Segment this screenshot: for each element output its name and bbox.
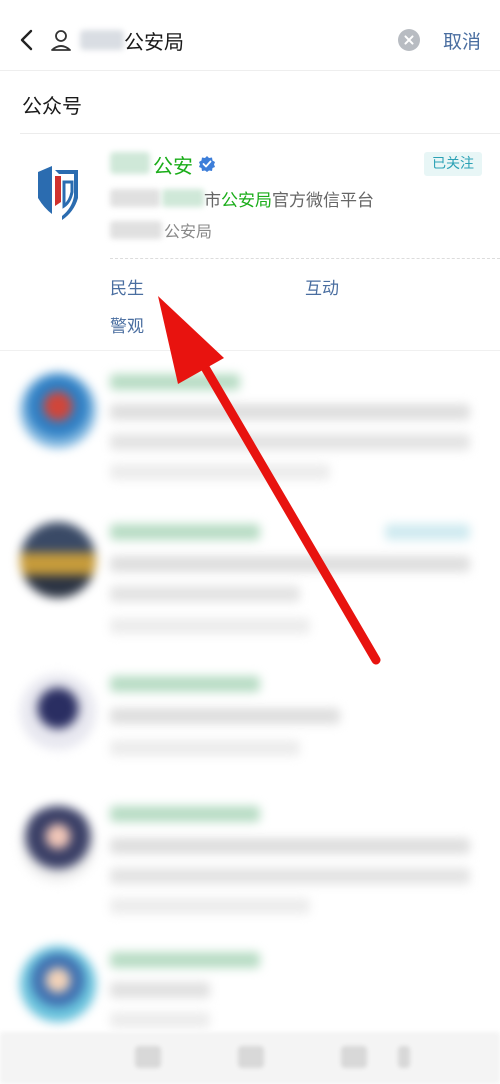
- divider: [0, 350, 500, 351]
- nav-icon[interactable]: [398, 1046, 410, 1068]
- account-name[interactable]: 公安: [153, 150, 193, 179]
- person-icon: [51, 30, 71, 51]
- avatar: [20, 372, 96, 448]
- description-suffix: 官方微信平台: [272, 191, 374, 211]
- blurred-text: [110, 898, 310, 914]
- police-shield-logo-icon: [38, 166, 78, 220]
- blurred-text: [110, 374, 240, 390]
- blurred-text: [110, 524, 260, 540]
- owner-text: 公安局: [164, 222, 213, 241]
- nav-icon[interactable]: [135, 1046, 161, 1068]
- description-text: 市公安局官方微信平台: [204, 186, 374, 211]
- search-input[interactable]: 公安局: [124, 26, 184, 55]
- nav-icon[interactable]: [341, 1046, 367, 1068]
- blurred-text: [110, 676, 260, 692]
- blurred-text: [110, 404, 470, 420]
- menu-item-hudong[interactable]: 互动: [305, 274, 339, 299]
- blurred-text: [110, 982, 210, 998]
- description-highlight: 公安局: [221, 191, 272, 211]
- blurred-text: [110, 586, 300, 602]
- back-arrow-icon[interactable]: [14, 26, 42, 54]
- blurred-text: [110, 952, 260, 968]
- divider: [20, 133, 500, 134]
- account-description: 市公安局官方微信平台: [110, 186, 410, 211]
- list-item[interactable]: [0, 662, 500, 812]
- redacted-text: [110, 189, 160, 207]
- blurred-results-list: [0, 352, 500, 1032]
- list-item[interactable]: [0, 792, 500, 942]
- bottom-nav-bar: [0, 1032, 500, 1084]
- blurred-text: [110, 708, 340, 724]
- section-title: 公众号: [22, 94, 82, 118]
- verified-badge-icon: [199, 156, 215, 172]
- blurred-text: [110, 740, 300, 756]
- redacted-name-text: [110, 152, 150, 174]
- blurred-text: [110, 1012, 210, 1028]
- cancel-button[interactable]: 取消: [443, 27, 481, 54]
- blurred-text: [110, 618, 310, 634]
- blurred-text: [110, 556, 470, 572]
- blurred-text: [110, 838, 470, 854]
- nav-icon[interactable]: [238, 1046, 264, 1068]
- avatar: [20, 674, 96, 750]
- divider: [0, 70, 500, 71]
- divider: [110, 258, 500, 259]
- follow-status-badge: 已关注: [424, 152, 482, 176]
- list-item[interactable]: [0, 512, 500, 662]
- blurred-text: [110, 434, 470, 450]
- blurred-badge: [385, 524, 470, 540]
- avatar: [20, 806, 96, 882]
- search-bar: 公安局 取消: [0, 0, 500, 80]
- blurred-text: [110, 868, 470, 884]
- clear-search-icon[interactable]: [398, 29, 420, 51]
- blurred-text: [110, 806, 260, 822]
- menu-item-minsheng[interactable]: 民生: [110, 274, 144, 299]
- blurred-text: [110, 464, 330, 480]
- avatar: [20, 946, 96, 1022]
- redacted-text: [162, 189, 204, 207]
- redacted-query-text: [80, 30, 124, 50]
- avatar: [20, 522, 96, 598]
- redacted-text: [110, 221, 162, 239]
- list-item[interactable]: [0, 352, 500, 502]
- account-owner: 公安局: [110, 218, 310, 242]
- menu-item-jingguan[interactable]: 警观: [110, 312, 144, 337]
- description-prefix: 市: [204, 191, 221, 211]
